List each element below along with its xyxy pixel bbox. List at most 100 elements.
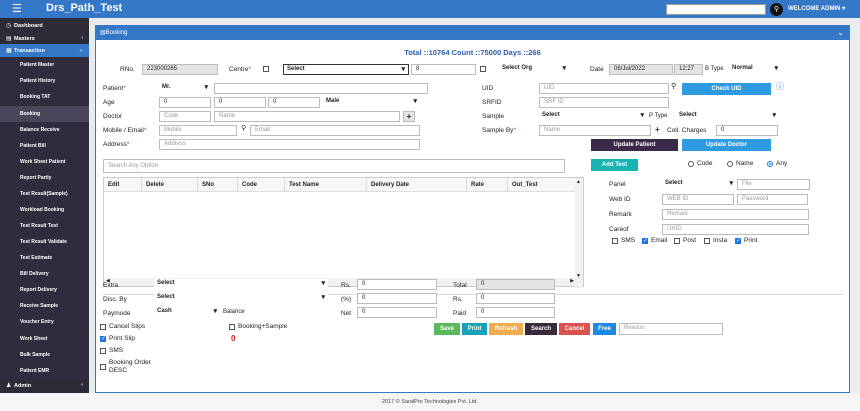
free-button[interactable]: Free <box>593 323 616 335</box>
top-search-input[interactable] <box>666 4 766 15</box>
reason-field[interactable]: Reason <box>619 323 723 335</box>
sidebar-item-bill-delivery[interactable]: Bill Delivery <box>0 266 89 282</box>
rs-field[interactable]: 0 <box>357 279 437 290</box>
radio-any[interactable] <box>767 161 773 167</box>
age-years-field[interactable]: 0 <box>159 97 211 108</box>
sidebar-item-report-delivery[interactable]: Report Delivery <box>0 282 89 298</box>
ptype-select[interactable]: Select <box>676 111 779 122</box>
patient-name-field[interactable] <box>214 83 428 94</box>
sidebar-item-transaction[interactable]: ▦ Transaction ⌄ <box>0 44 89 57</box>
search-icon[interactable]: ⚲ <box>241 124 246 132</box>
age-months-field[interactable]: 0 <box>214 97 266 108</box>
org-checkbox[interactable] <box>480 66 486 72</box>
age-days-field[interactable]: 0 <box>268 97 320 108</box>
sample-by-field[interactable]: Name <box>539 125 651 136</box>
cancel-button[interactable]: Cancel <box>559 323 590 335</box>
sidebar-item-receive-sample[interactable]: Receive Sample <box>0 298 89 314</box>
srfid-field[interactable]: SRF ID <box>539 97 669 108</box>
cancel-slips-checkbox[interactable] <box>100 324 106 330</box>
add-doctor-button[interactable]: + <box>403 111 415 122</box>
sidebar-item-test-result-test[interactable]: Test Result Test <box>0 218 89 234</box>
grid-vertical-scrollbar[interactable]: ▲ ▼ <box>575 178 583 288</box>
radio-name[interactable] <box>727 161 733 167</box>
search-icon[interactable]: ⚲ <box>671 82 676 90</box>
search-test-input[interactable]: Search Any Option <box>103 159 565 173</box>
sidebar-item-patient-emr[interactable]: Patient EMR <box>0 363 89 379</box>
scroll-up-icon[interactable]: ▲ <box>576 179 581 185</box>
post-checkbox[interactable] <box>674 238 680 244</box>
save-button[interactable]: Save <box>434 323 460 335</box>
btype-select[interactable]: Normal <box>729 64 781 75</box>
booking-sample-checkbox[interactable] <box>229 324 235 330</box>
rs2-field[interactable]: 0 <box>476 293 555 304</box>
address-field[interactable]: Address <box>159 139 420 150</box>
sidebar-item-workload-booking[interactable]: Workload Booking <box>0 202 89 218</box>
chevron-down-icon[interactable]: ⌄ <box>837 26 844 40</box>
email-field[interactable]: Email <box>250 125 420 136</box>
sidebar-item-dashboard[interactable]: ◷ Dashboard <box>0 19 89 32</box>
hamburger-icon[interactable]: ☰ <box>12 2 22 15</box>
centre-checkbox[interactable] <box>263 66 269 72</box>
sidebar-item-voucher-entry[interactable]: Voucher Entry <box>0 314 89 330</box>
doctor-code-field[interactable]: Code <box>159 111 211 122</box>
web-id-field[interactable]: WEB ID <box>662 194 734 205</box>
sidebar-item-test-result-sample[interactable]: Test Result(Sample) <box>0 186 89 202</box>
total-field[interactable]: 0 <box>476 279 555 290</box>
sidebar-item-admin[interactable]: ♟ Admin ‹ <box>0 379 89 392</box>
print-slip-checkbox[interactable] <box>100 335 106 342</box>
sidebar-item-balance-receive[interactable]: Balance Receive <box>0 122 89 138</box>
sms-checkbox[interactable] <box>612 238 618 244</box>
doctor-name-field[interactable]: Name <box>214 111 400 122</box>
net-field[interactable]: 0 <box>357 307 437 318</box>
org-select[interactable]: Select Org <box>499 64 569 75</box>
paid-field[interactable]: 0 <box>476 307 555 318</box>
sms-option-checkbox[interactable] <box>100 348 106 354</box>
sidebar-item-bulk-sample[interactable]: Bulk Sample <box>0 347 89 363</box>
sidebar-item-report-partly[interactable]: Report Partly <box>0 170 89 186</box>
password-field[interactable]: Password <box>737 194 808 205</box>
careof-field[interactable]: UHID <box>662 224 809 235</box>
user-menu[interactable]: WELCOME ADMIN ▾ <box>788 5 845 12</box>
remark-field[interactable]: Remark <box>662 209 809 220</box>
insta-checkbox[interactable] <box>704 238 710 244</box>
centre-select[interactable]: Select <box>283 64 409 75</box>
coll-charges-field[interactable]: 0 <box>716 125 778 136</box>
info-icon[interactable]: ⓘ <box>776 81 784 92</box>
update-doctor-button[interactable]: Update Doctor <box>682 139 771 151</box>
date-field[interactable]: 08/Jul/2022 <box>609 64 673 75</box>
scroll-down-icon[interactable]: ▼ <box>576 273 581 279</box>
sidebar-item-patient-history[interactable]: Patient History <box>0 73 89 89</box>
disc-by-select[interactable]: Select <box>154 293 328 304</box>
refresh-button[interactable]: Refresh <box>489 323 523 335</box>
search-button[interactable]: Search <box>525 323 557 335</box>
email-checkbox[interactable] <box>642 237 648 244</box>
sidebar-item-booking[interactable]: Booking <box>0 106 89 122</box>
centre-code-field[interactable]: 8 <box>411 64 476 75</box>
sidebar-item-test-result-validate[interactable]: Test Result Validate <box>0 234 89 250</box>
sidebar-item-work-sheet[interactable]: Work Sheet <box>0 331 89 347</box>
radio-code[interactable] <box>688 161 694 167</box>
check-uid-button[interactable]: Check UID <box>682 83 771 95</box>
sidebar-item-patient-bill[interactable]: Patient Bill <box>0 138 89 154</box>
add-test-button[interactable]: Add Test <box>591 159 638 171</box>
sidebar-item-patient-master[interactable]: Patient Master <box>0 57 89 73</box>
update-patient-button[interactable]: Update Patient <box>591 139 678 151</box>
print-checkbox[interactable] <box>735 237 741 244</box>
scroll-right-icon[interactable]: ▶ <box>570 278 574 284</box>
sidebar-item-test-estimate[interactable]: Test Estimate <box>0 250 89 266</box>
time-field[interactable]: 12:27 <box>674 64 703 75</box>
gender-select[interactable]: Male <box>323 97 420 108</box>
sidebar-item-booking-tat[interactable]: Booking TAT <box>0 89 89 105</box>
add-sample-by-button[interactable]: + <box>655 125 660 134</box>
sidebar-item-work-sheet-patient[interactable]: Work Sheet Patient <box>0 154 89 170</box>
print-button[interactable]: Print <box>462 323 487 335</box>
file-field[interactable]: File <box>737 179 810 190</box>
panel-select[interactable]: Select <box>662 179 736 190</box>
rno-field[interactable]: 223000265 <box>142 64 218 75</box>
extra-select[interactable]: Select <box>154 279 328 290</box>
mobile-field[interactable]: Mobile <box>159 125 237 136</box>
title-select[interactable]: Mr. <box>159 83 211 94</box>
booking-order-checkbox[interactable] <box>100 364 106 370</box>
pct-field[interactable]: 0 <box>357 293 437 304</box>
uid-field[interactable]: UID <box>539 83 669 94</box>
